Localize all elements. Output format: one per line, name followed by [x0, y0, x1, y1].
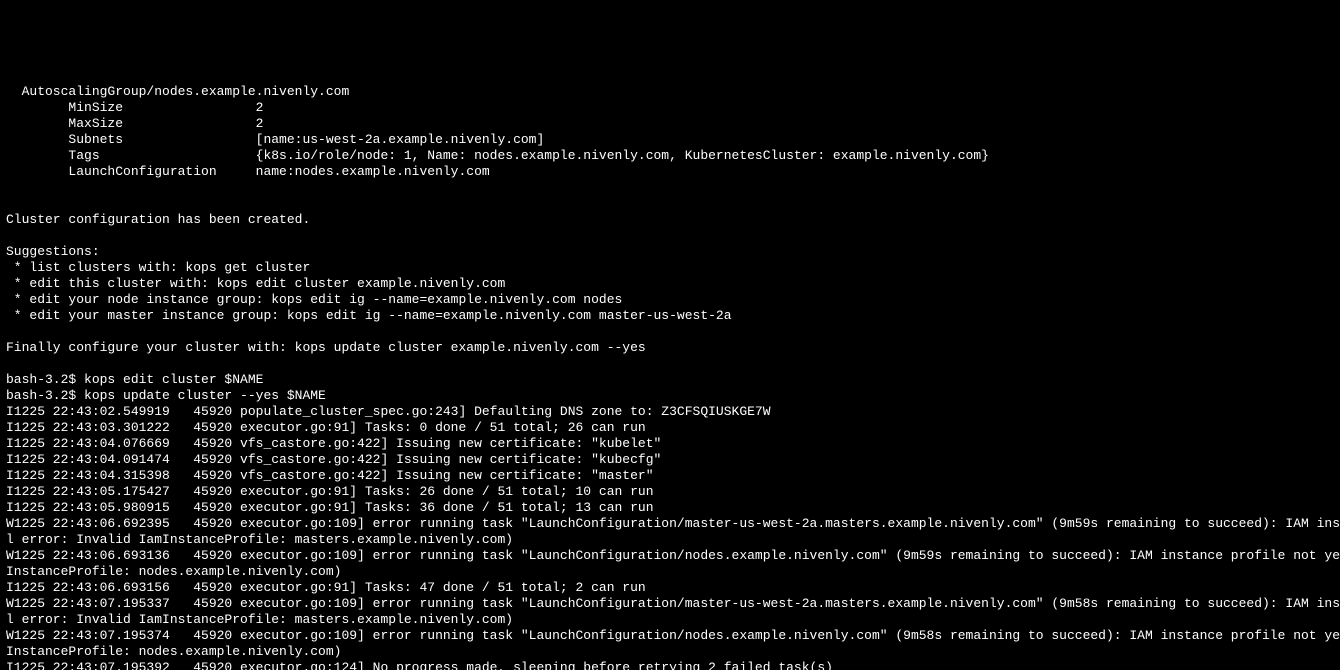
terminal-output[interactable]: AutoscalingGroup/nodes.example.nivenly.c…	[0, 80, 1340, 670]
terminal-text: AutoscalingGroup/nodes.example.nivenly.c…	[6, 84, 1340, 670]
